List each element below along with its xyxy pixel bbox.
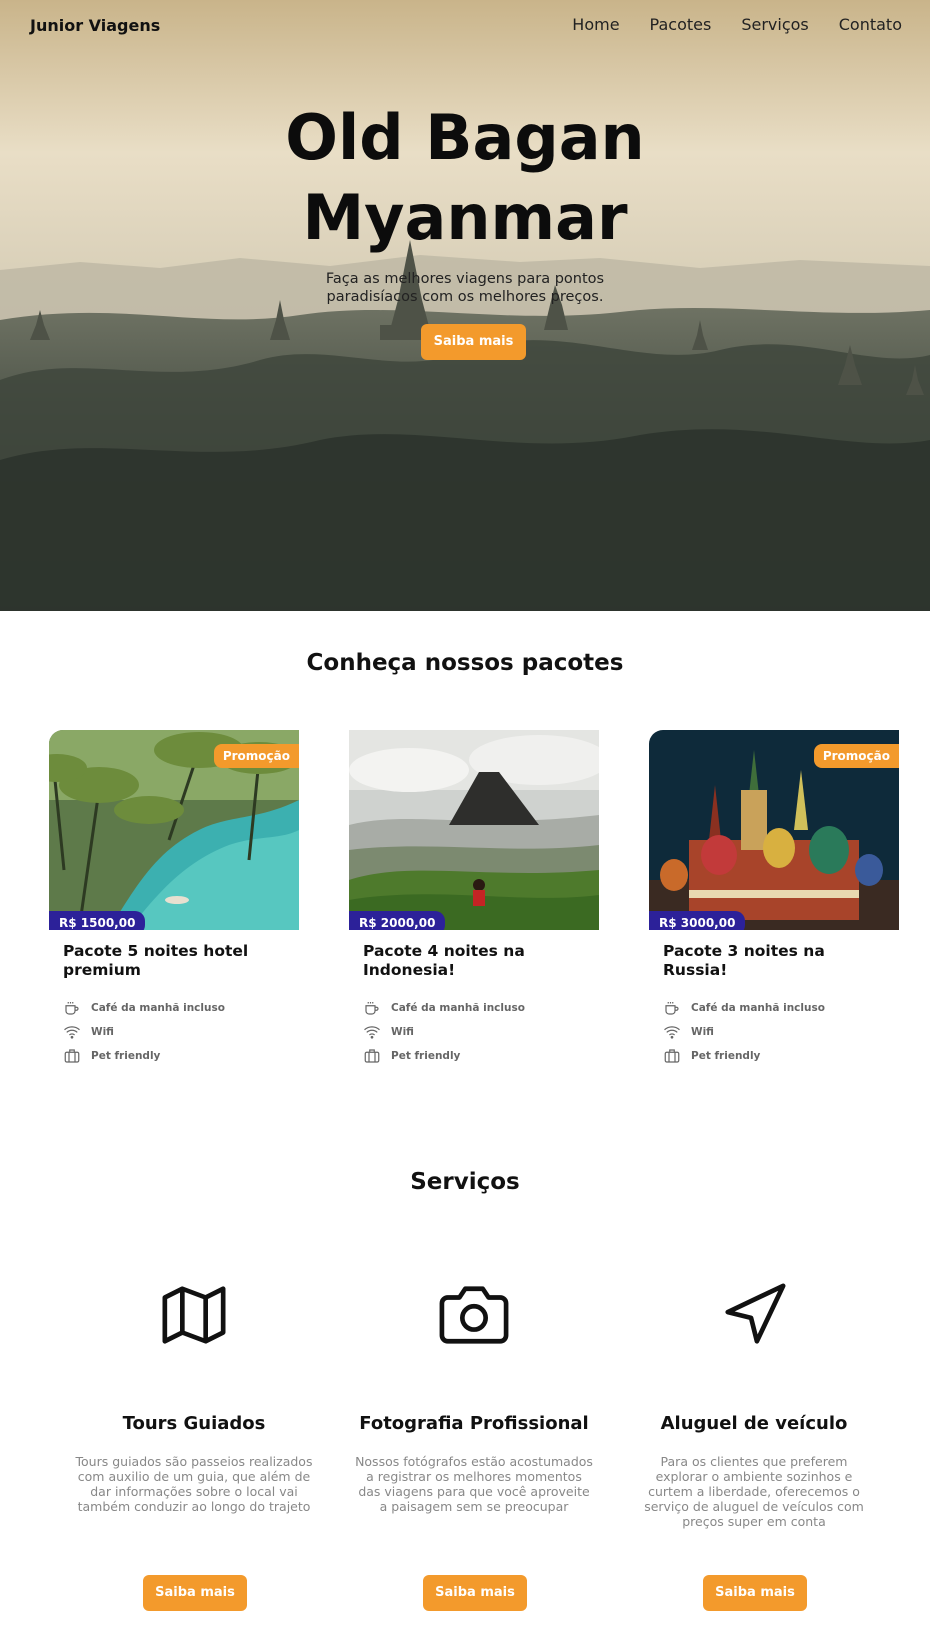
feature-label: Café da manhã incluso [91, 1002, 225, 1014]
main-nav: Home Pacotes Serviços Contato [572, 15, 902, 34]
service-title: Aluguel de veículo [660, 1413, 848, 1434]
hero-title-line1: Old Bagan [285, 101, 645, 174]
feature-wifi: Wifi [363, 1020, 585, 1044]
package-title[interactable]: Pacote 5 noites hotel premium [63, 942, 285, 980]
luggage-icon [364, 1049, 380, 1063]
map-icon [162, 1286, 226, 1344]
package-card[interactable]: Promoção R$ 1500,00 Pacote 5 noites hote… [49, 730, 299, 1068]
feature-label: Pet friendly [691, 1050, 761, 1062]
service-description: Nossos fotógrafos estão acostumados a re… [355, 1454, 593, 1514]
package-features: Café da manhã incluso Wifi Pet friendly [63, 996, 285, 1068]
navigation-icon [725, 1283, 786, 1344]
hero-saiba-mais-button[interactable]: Saiba mais [421, 324, 526, 360]
package-title[interactable]: Pacote 3 noites na Russia! [663, 942, 885, 980]
nav-link-servicos[interactable]: Serviços [741, 15, 808, 34]
package-card[interactable]: R$ 2000,00 Pacote 4 noites na Indonesia!… [349, 730, 599, 1068]
package-image-volcano[interactable]: R$ 2000,00 [349, 730, 599, 930]
price-badge: R$ 1500,00 [49, 911, 146, 930]
promo-badge: Promoção [213, 744, 299, 768]
feature-label: Wifi [391, 1026, 414, 1038]
coffee-icon [665, 1002, 679, 1015]
feature-wifi: Wifi [63, 1020, 285, 1044]
feature-label: Wifi [691, 1026, 714, 1038]
package-card[interactable]: Promoção R$ 3000,00 Pacote 3 noites na R… [649, 730, 899, 1068]
nav-link-contato[interactable]: Contato [839, 15, 902, 34]
hero-section: Junior Viagens Home Pacotes Serviços Con… [0, 0, 930, 611]
feature-breakfast: Café da manhã incluso [63, 996, 285, 1020]
feature-label: Wifi [91, 1026, 114, 1038]
wifi-icon [364, 1026, 380, 1039]
feature-pet: Pet friendly [63, 1044, 285, 1068]
services-title: Serviços [410, 1169, 520, 1195]
brand-logo[interactable]: Junior Viagens [30, 16, 160, 35]
service-saiba-mais-button[interactable]: Saiba mais [143, 1575, 247, 1611]
feature-label: Café da manhã incluso [691, 1002, 825, 1014]
package-title[interactable]: Pacote 4 noites na Indonesia! [363, 942, 585, 980]
coffee-icon [365, 1002, 379, 1015]
wifi-icon [664, 1026, 680, 1039]
price-badge: R$ 3000,00 [649, 911, 746, 930]
package-image-lagoon[interactable]: Promoção R$ 1500,00 [49, 730, 299, 930]
feature-label: Pet friendly [391, 1050, 461, 1062]
package-image-moscow[interactable]: Promoção R$ 3000,00 [649, 730, 899, 930]
wifi-icon [64, 1026, 80, 1039]
service-title: Tours Guiados [122, 1413, 266, 1434]
price-badge: R$ 2000,00 [349, 911, 446, 930]
feature-label: Pet friendly [91, 1050, 161, 1062]
luggage-icon [664, 1049, 680, 1063]
luggage-icon [64, 1049, 80, 1063]
service-saiba-mais-button[interactable]: Saiba mais [703, 1575, 807, 1611]
feature-breakfast: Café da manhã incluso [663, 996, 885, 1020]
package-features: Café da manhã incluso Wifi Pet friendly [663, 996, 885, 1068]
feature-label: Café da manhã incluso [391, 1002, 525, 1014]
nav-link-pacotes[interactable]: Pacotes [650, 15, 712, 34]
coffee-icon [65, 1002, 79, 1015]
hero-subtitle: Faça as melhores viagens para pontos par… [325, 271, 605, 305]
service-saiba-mais-button[interactable]: Saiba mais [423, 1575, 527, 1611]
feature-breakfast: Café da manhã incluso [363, 996, 585, 1020]
packages-title: Conheça nossos pacotes [306, 650, 624, 676]
service-description: Para os clientes que preferem explorar o… [644, 1454, 864, 1529]
hero-title-line2: Myanmar [302, 181, 628, 254]
camera-icon [439, 1286, 509, 1344]
service-description: Tours guiados são passeios realizados co… [75, 1454, 313, 1514]
feature-wifi: Wifi [663, 1020, 885, 1044]
feature-pet: Pet friendly [663, 1044, 885, 1068]
hero-title: Old Bagan Myanmar [0, 98, 930, 258]
service-title: Fotografia Profissional [359, 1413, 589, 1434]
feature-pet: Pet friendly [363, 1044, 585, 1068]
nav-link-home[interactable]: Home [572, 15, 619, 34]
package-features: Café da manhã incluso Wifi Pet friendly [363, 996, 585, 1068]
promo-badge: Promoção [813, 744, 899, 768]
